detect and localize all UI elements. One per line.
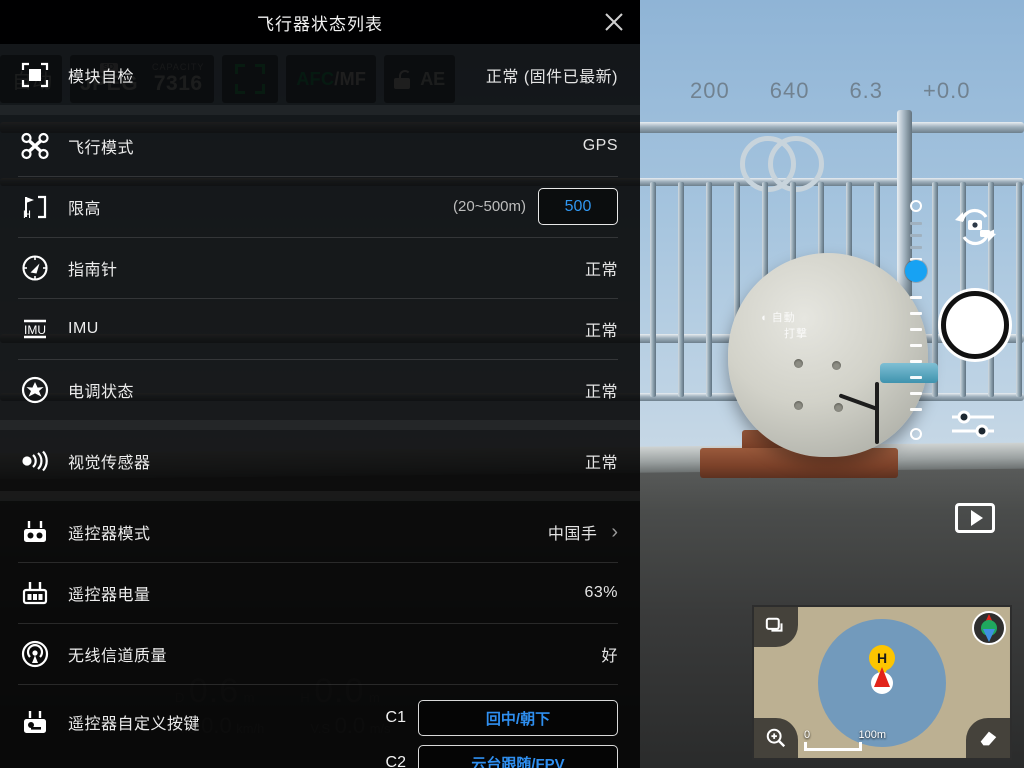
aircraft-status-panel: 飞行器状态列表 模块自检 正常 (固件已最新) 飞行模式 GPS H 限高 (2… xyxy=(0,0,640,768)
status-label: 电调状态 xyxy=(68,383,135,401)
height-limit-range-hint: (20~500m) xyxy=(453,198,526,215)
esc-icon xyxy=(18,373,52,407)
telemetry-top-1: 640 xyxy=(769,78,810,103)
section-separator xyxy=(0,491,640,501)
height-limit-input[interactable]: 500 xyxy=(538,188,618,225)
status-value: 正常 (固件已最新) xyxy=(485,68,618,86)
custom-key-c2: C2 云台跟随/FPV xyxy=(386,745,618,768)
status-value: 好 xyxy=(601,647,618,665)
imu-icon: IMU xyxy=(18,312,52,346)
status-value: 中国手 xyxy=(547,525,598,543)
telemetry-top-0: 200 xyxy=(690,78,730,103)
telemetry-top-readouts: 200 640 6.3 +0.0 xyxy=(690,78,970,104)
map-scale-bar: 0 100m xyxy=(804,729,886,751)
status-row-flight-mode[interactable]: 飞行模式 GPS xyxy=(0,115,640,176)
satellite-dish: ◖ 自動 打撃 xyxy=(728,253,928,457)
svg-text:H: H xyxy=(23,209,31,221)
rc-battery-icon xyxy=(18,576,52,610)
aircraft-marker xyxy=(871,671,893,694)
svg-text:IMU: IMU xyxy=(24,323,46,337)
drone-icon xyxy=(18,129,52,163)
height-limit-icon: H xyxy=(18,190,52,224)
status-value: 正常 xyxy=(584,383,618,401)
status-value: 正常 xyxy=(584,261,618,279)
status-label: 飞行模式 xyxy=(68,139,135,157)
signal-quality-icon xyxy=(18,637,52,671)
status-label: 指南针 xyxy=(68,261,118,279)
vision-sensor-icon xyxy=(18,444,52,478)
custom-key-name: C2 xyxy=(385,754,406,768)
telemetry-top-3: +0.0 xyxy=(923,78,971,103)
shutter-button[interactable] xyxy=(941,291,1009,359)
section-separator xyxy=(0,420,640,430)
status-label: IMU xyxy=(68,319,99,337)
dish-logo: ◖ 自動 打撃 xyxy=(760,312,808,340)
panel-header: 飞行器状态列表 xyxy=(0,0,640,44)
custom-keys-list: C1 回中/朝下 C2 云台跟随/FPV xyxy=(386,692,618,768)
scale-min-label: 0 xyxy=(804,729,811,741)
mini-map[interactable]: H 0 100m xyxy=(752,605,1012,760)
status-row-vision-sensor[interactable]: 视觉传感器 正常 xyxy=(0,430,640,491)
map-zoom-in-icon[interactable] xyxy=(754,718,798,758)
module-selfcheck-icon xyxy=(18,58,52,92)
railing-ring-right xyxy=(768,136,824,192)
custom-key-action-button[interactable]: 回中/朝下 xyxy=(418,700,618,736)
status-row-remote-controller-mode[interactable]: 遥控器模式 中国手 › xyxy=(0,501,640,562)
status-row-esc[interactable]: 电调状态 正常 xyxy=(0,359,640,420)
custom-key-c1: C1 回中/朝下 xyxy=(386,700,618,736)
scale-max-label: 100m xyxy=(858,729,886,741)
remote-controller-icon xyxy=(18,515,52,549)
custom-key-action-button[interactable]: 云台跟随/FPV xyxy=(418,745,618,768)
close-icon[interactable] xyxy=(598,6,630,38)
status-label: 模块自检 xyxy=(68,68,135,86)
telemetry-top-2: 6.3 xyxy=(849,78,884,103)
status-value: GPS xyxy=(582,136,618,154)
status-label: 无线信道质量 xyxy=(68,647,168,665)
status-row-imu[interactable]: IMU IMU 正常 xyxy=(0,298,640,359)
status-value: 正常 xyxy=(584,454,618,472)
status-value: 正常 xyxy=(584,322,618,340)
map-erase-icon[interactable] xyxy=(966,718,1010,758)
status-label: 视觉传感器 xyxy=(68,454,151,472)
status-row-rc-battery[interactable]: 遥控器电量 63% xyxy=(0,562,640,623)
camera-settings-icon[interactable] xyxy=(950,408,998,444)
status-row-custom-keys[interactable]: 遥控器自定义按键 C1 回中/朝下 C2 云台跟随/FPV xyxy=(0,684,640,768)
status-label: 遥控器自定义按键 xyxy=(68,716,201,733)
page-title: 飞行器状态列表 xyxy=(257,14,383,34)
exposure-slider-knob[interactable] xyxy=(905,260,927,282)
status-label: 遥控器模式 xyxy=(68,525,151,543)
chevron-right-icon: › xyxy=(611,520,618,543)
status-row-height-limit[interactable]: H 限高 (20~500m) 500 xyxy=(0,176,640,237)
status-label: 遥控器电量 xyxy=(68,586,151,604)
status-value: 63% xyxy=(584,583,618,601)
status-list: 模块自检 正常 (固件已最新) 飞行模式 GPS H 限高 (20~500m) … xyxy=(0,44,640,768)
playback-button[interactable] xyxy=(955,503,995,533)
status-row-compass[interactable]: 指南针 正常 xyxy=(0,237,640,298)
custom-key-name: C1 xyxy=(385,709,406,726)
compass-icon xyxy=(18,251,52,285)
exposure-slider[interactable] xyxy=(905,200,927,445)
play-triangle-icon xyxy=(970,510,983,526)
status-row-module-selfcheck[interactable]: 模块自检 正常 (固件已最新) xyxy=(0,44,640,105)
camera-video-switch-icon[interactable] xyxy=(952,205,998,249)
status-label: 限高 xyxy=(68,200,102,218)
section-separator xyxy=(0,105,640,115)
status-row-signal-quality[interactable]: 无线信道质量 好 xyxy=(0,623,640,684)
custom-keys-icon xyxy=(18,706,52,740)
map-compass-icon[interactable] xyxy=(972,611,1006,645)
